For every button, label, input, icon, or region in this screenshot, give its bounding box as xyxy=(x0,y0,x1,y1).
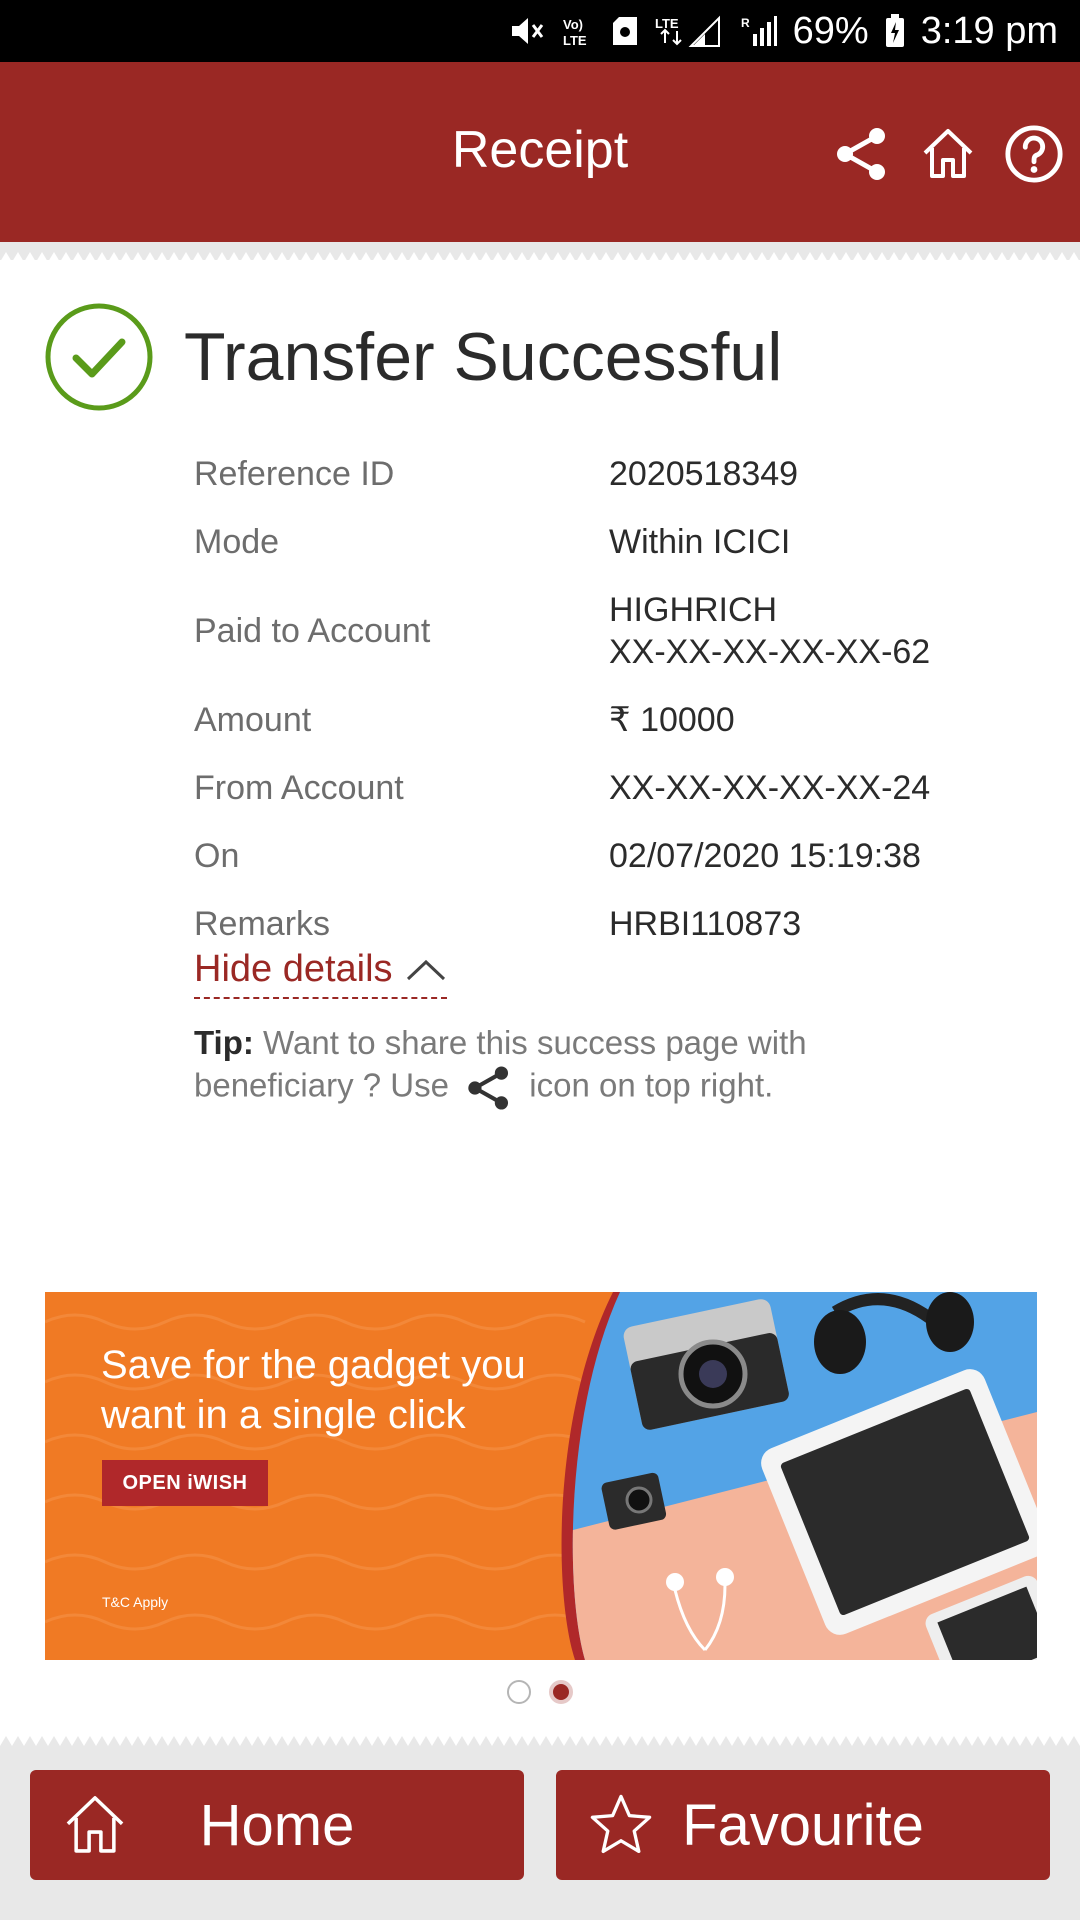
payee-account: XX-XX-XX-XX-XX-62 xyxy=(609,633,931,671)
share-icon xyxy=(837,128,885,180)
success-title: Transfer Successful xyxy=(184,319,783,395)
battery-icon xyxy=(885,14,905,48)
open-iwish-button[interactable]: OPEN iWISH xyxy=(102,1460,268,1506)
share-tip: Tip: Want to share this success page wit… xyxy=(194,1022,914,1112)
detail-label: Mode xyxy=(194,523,280,561)
carousel-dots xyxy=(0,1680,1080,1704)
detail-value: XX-XX-XX-XX-XX-24 xyxy=(609,769,931,807)
detail-row-amount: Amount ₹ 10000 xyxy=(194,686,1014,754)
favourite-button[interactable]: Favourite xyxy=(556,1770,1050,1880)
battery-percent: 69% xyxy=(792,9,869,52)
signal-icon: R xyxy=(741,14,777,48)
detail-row-from-account: From Account XX-XX-XX-XX-XX-24 xyxy=(194,754,1014,822)
lte-signal-icon: LTE xyxy=(655,14,725,48)
detail-label: Amount xyxy=(194,701,312,739)
zigzag-divider-bottom xyxy=(0,1728,1080,1746)
detail-label: Remarks xyxy=(194,905,331,943)
svg-text:LTE: LTE xyxy=(563,33,587,48)
transaction-details: Reference ID 2020518349 Mode Within ICIC… xyxy=(194,440,1014,958)
detail-value: 02/07/2020 15:19:38 xyxy=(609,837,921,875)
detail-row-mode: Mode Within ICICI xyxy=(194,508,1014,576)
detail-value: Within ICICI xyxy=(609,523,791,561)
detail-value: 2020518349 xyxy=(609,455,799,493)
help-button[interactable] xyxy=(1004,124,1064,184)
tip-label: Tip: xyxy=(194,1024,254,1061)
sim-icon xyxy=(611,15,639,47)
bottom-action-bar: Home Favourite xyxy=(0,1746,1080,1920)
detail-label: Reference ID xyxy=(194,455,395,493)
detail-label: From Account xyxy=(194,769,404,807)
svg-text:Vo): Vo) xyxy=(563,17,583,32)
home-button-label: Home xyxy=(199,1792,355,1858)
detail-label: Paid to Account xyxy=(194,612,431,650)
share-button[interactable] xyxy=(832,124,892,184)
payee-name: HIGHRICH xyxy=(609,591,778,629)
chevron-up-icon xyxy=(406,959,445,980)
svg-text:R: R xyxy=(741,16,750,30)
detail-row-reference-id: Reference ID 2020518349 xyxy=(194,440,1014,508)
volte-icon: Vo) LTE xyxy=(561,14,595,48)
detail-row-on: On 02/07/2020 15:19:38 xyxy=(194,822,1014,890)
share-icon xyxy=(468,1066,509,1110)
tip-text-end: icon on top right. xyxy=(520,1066,774,1104)
detail-row-paid-to-account: Paid to Account HIGHRICH XX-XX-XX-XX-XX-… xyxy=(194,576,1014,686)
hide-details-link[interactable]: Hide details xyxy=(194,948,447,999)
hide-details-label: Hide details xyxy=(194,948,393,990)
home-icon xyxy=(923,129,973,178)
clock: 3:19 pm xyxy=(920,9,1058,52)
home-button[interactable]: Home xyxy=(30,1770,524,1880)
banner-tnc: T&C Apply xyxy=(102,1594,169,1610)
banner-headline: Save for the gadget you want in a single… xyxy=(101,1340,526,1440)
banner-line-1: Save for the gadget you xyxy=(101,1343,526,1387)
promo-banner[interactable]: Save for the gadget you want in a single… xyxy=(45,1292,1037,1660)
detail-label: On xyxy=(194,837,240,875)
mute-icon xyxy=(509,14,545,48)
app-header: Receipt xyxy=(0,62,1080,242)
home-header-button[interactable] xyxy=(918,124,978,184)
detail-value: HRBI110873 xyxy=(609,905,802,943)
help-icon xyxy=(1005,125,1063,183)
carousel-dot-1[interactable] xyxy=(507,1680,531,1704)
carousel-dot-2[interactable] xyxy=(549,1680,573,1704)
banner-line-2: want in a single click xyxy=(101,1393,466,1437)
detail-value: ₹ 10000 xyxy=(609,701,735,739)
status-bar: Vo) LTE LTE R 69% 3:19 pm xyxy=(0,0,1080,62)
svg-text:LTE: LTE xyxy=(655,16,679,31)
favourite-button-label: Favourite xyxy=(682,1792,924,1858)
success-check-icon xyxy=(45,303,153,411)
receipt-card: Transfer Successful Reference ID 2020518… xyxy=(0,260,1080,1730)
